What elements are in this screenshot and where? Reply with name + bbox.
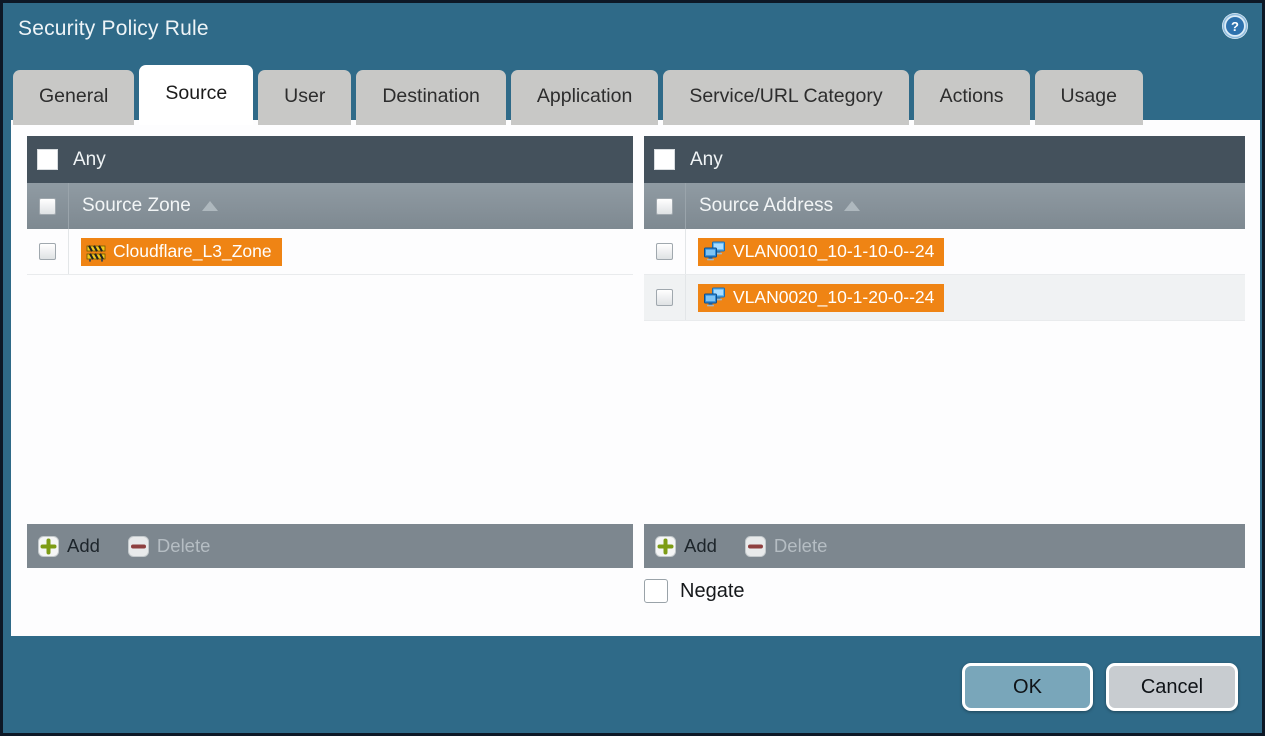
source-address-row-checkbox-1[interactable] xyxy=(656,243,673,260)
tab-application[interactable]: Application xyxy=(510,70,659,125)
source-address-sort-header[interactable]: Source Address xyxy=(699,183,861,229)
add-label: Add xyxy=(684,535,717,556)
tab-user[interactable]: User xyxy=(258,70,352,125)
source-address-row-checkbox-2[interactable] xyxy=(656,289,673,306)
delete-minus-icon xyxy=(744,535,766,557)
source-zone-tag-label: Cloudflare_L3_Zone xyxy=(113,241,272,261)
source-zone-any-label: Any xyxy=(73,148,106,170)
source-address-select-all-checkbox[interactable] xyxy=(656,197,673,215)
source-zone-column-label: Source Zone xyxy=(82,195,191,216)
source-address-tag-1[interactable]: VLAN0010_10-1-10-0--24 xyxy=(698,237,945,266)
source-address-column-label: Source Address xyxy=(699,195,834,216)
tab-general[interactable]: General xyxy=(13,70,135,125)
tab-source[interactable]: Source xyxy=(139,65,254,125)
dialog-title: Security Policy Rule xyxy=(18,17,209,40)
source-address-list: VLAN0010_10-1-10-0--24 VLAN0020_10-1-20-… xyxy=(644,229,1245,524)
source-address-add-button[interactable]: Add xyxy=(655,535,717,557)
delete-minus-icon xyxy=(127,535,149,557)
source-zone-row-checkbox[interactable] xyxy=(39,243,56,260)
network-icon xyxy=(704,287,725,307)
sort-ascending-icon xyxy=(844,201,861,211)
source-address-footer: Add Delete xyxy=(644,524,1245,568)
tab-usage[interactable]: Usage xyxy=(1034,70,1143,125)
sort-ascending-icon xyxy=(201,201,218,211)
svg-text:?: ? xyxy=(1231,19,1239,34)
source-zone-list: Cloudflare_L3_Zone xyxy=(27,229,633,524)
source-zone-panel: Any Source Zone Cloudflare_L3_Zone Add D… xyxy=(27,136,633,568)
negate-row: Negate xyxy=(644,579,745,603)
delete-label: Delete xyxy=(773,535,828,556)
source-address-any-checkbox[interactable] xyxy=(654,149,675,170)
tab-bar: General Source User Destination Applicat… xyxy=(13,65,1143,125)
tab-actions[interactable]: Actions xyxy=(913,70,1030,125)
add-plus-icon xyxy=(38,535,59,557)
network-icon xyxy=(704,241,725,261)
table-row: VLAN0010_10-1-10-0--24 xyxy=(644,229,1245,275)
source-address-panel: Any Source Address VLAN0010_10-1-10-0--2… xyxy=(644,136,1245,568)
table-row: VLAN0020_10-1-20-0--24 xyxy=(644,275,1245,321)
source-zone-any-header: Any xyxy=(27,136,633,183)
table-row: Cloudflare_L3_Zone xyxy=(27,229,633,275)
source-zone-sort-header[interactable]: Source Zone xyxy=(82,183,218,229)
zone-icon xyxy=(86,244,106,262)
ok-button[interactable]: OK xyxy=(962,663,1093,711)
source-address-tag-2[interactable]: VLAN0020_10-1-20-0--24 xyxy=(698,283,945,312)
security-policy-rule-dialog: Security Policy Rule ? General Source Us… xyxy=(0,0,1265,736)
add-plus-icon xyxy=(655,535,676,557)
tab-service-url-category[interactable]: Service/URL Category xyxy=(663,70,909,125)
source-zone-add-button[interactable]: Add xyxy=(38,535,100,557)
delete-label: Delete xyxy=(156,535,211,556)
source-zone-any-checkbox[interactable] xyxy=(37,149,58,170)
source-address-any-label: Any xyxy=(690,148,723,170)
source-zone-select-all-checkbox[interactable] xyxy=(39,197,56,215)
negate-checkbox[interactable] xyxy=(644,579,668,603)
source-address-tag-label: VLAN0020_10-1-20-0--24 xyxy=(733,287,935,307)
source-zone-delete-button[interactable]: Delete xyxy=(127,535,211,557)
source-address-delete-button[interactable]: Delete xyxy=(744,535,828,557)
source-address-tag-label: VLAN0010_10-1-10-0--24 xyxy=(733,241,935,261)
tab-destination[interactable]: Destination xyxy=(356,70,506,125)
add-label: Add xyxy=(67,535,100,556)
source-tab-content: Any Source Zone Cloudflare_L3_Zone Add D… xyxy=(11,120,1260,636)
source-address-any-header: Any xyxy=(644,136,1245,183)
negate-label: Negate xyxy=(680,579,745,602)
source-zone-column-header: Source Zone xyxy=(27,183,633,229)
title-bar: Security Policy Rule ? xyxy=(3,3,1262,65)
source-zone-tag[interactable]: Cloudflare_L3_Zone xyxy=(81,237,282,266)
source-address-column-header: Source Address xyxy=(644,183,1245,229)
cancel-button[interactable]: Cancel xyxy=(1106,663,1238,711)
help-icon[interactable]: ? xyxy=(1221,12,1249,40)
source-zone-footer: Add Delete xyxy=(27,524,633,568)
